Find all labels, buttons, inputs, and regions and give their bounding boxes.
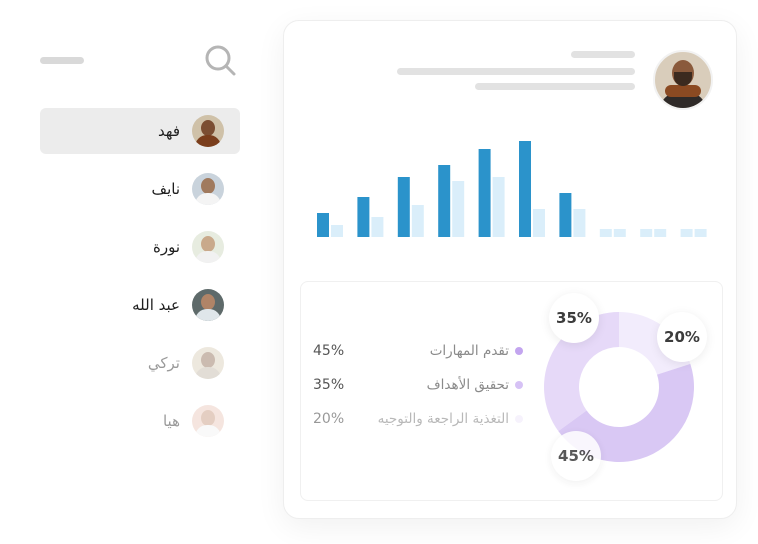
donut-badge-45: 45%: [551, 431, 601, 481]
bar-series1-8: [640, 229, 653, 237]
donut-badge-20: 20%: [657, 312, 707, 362]
dashboard-card: 45% تقدم المهارات 35% تحقيق الأهداف 20% …: [283, 20, 737, 519]
contact-item-noura[interactable]: نورة: [40, 224, 240, 270]
legend-dot: [515, 347, 523, 355]
legend-value: 35%: [313, 377, 345, 393]
chart-legend: 45% تقدم المهارات 35% تحقيق الأهداف 20% …: [313, 334, 523, 436]
contact-name: نورة: [152, 238, 180, 256]
legend-value: 45%: [313, 343, 345, 359]
contact-list: فهد نايف نورة عبد الله تركي هيا: [40, 108, 240, 456]
legend-row: 45% تقدم المهارات: [313, 334, 523, 368]
legend-label: تحقيق الأهداف: [427, 377, 523, 393]
bar-series1-0: [317, 213, 329, 237]
avatar: [192, 173, 224, 205]
bar-series2-6: [573, 209, 586, 237]
bar-chart: [317, 141, 707, 237]
contact-name: فهد: [158, 122, 180, 140]
bar-series1-5: [519, 141, 531, 237]
legend-text: تحقيق الأهداف: [426, 377, 509, 393]
bar-series2-2: [411, 205, 424, 237]
contact-item-abdullah[interactable]: عبد الله: [40, 282, 240, 328]
contact-item-fahad[interactable]: فهد: [40, 108, 240, 154]
bar-series2-8: [654, 229, 667, 237]
avatar: [192, 347, 224, 379]
legend-row: 35% تحقيق الأهداف: [313, 368, 523, 402]
contact-item-turki[interactable]: تركي: [40, 340, 240, 386]
contact-item-haya[interactable]: هيا: [40, 398, 240, 444]
donut-badge-35: 35%: [549, 293, 599, 343]
avatar: [192, 405, 224, 437]
bar-series1-7: [599, 229, 612, 237]
bar-series2-0: [331, 225, 343, 237]
header-placeholder-line: [475, 83, 635, 90]
legend-dot: [515, 415, 523, 423]
legend-text: التغذية الراجعة والتوجيه: [377, 411, 509, 427]
bar-series1-6: [559, 193, 572, 237]
contact-name: تركي: [147, 354, 180, 372]
contact-name: عبد الله: [132, 296, 180, 314]
bar-series2-5: [533, 209, 545, 237]
legend-text: تقدم المهارات: [429, 343, 509, 359]
avatar: [192, 231, 224, 263]
search-icon[interactable]: [203, 43, 237, 77]
header-placeholder-line: [571, 51, 635, 58]
avatar: [192, 115, 224, 147]
profile-avatar: [653, 50, 713, 110]
contact-name: نايف: [151, 180, 180, 198]
bar-series1-4: [478, 149, 491, 237]
legend-label: تقدم المهارات: [430, 343, 523, 359]
legend-row: 20% التغذية الراجعة والتوجيه: [313, 402, 523, 436]
bar-series2-3: [452, 181, 465, 237]
menu-bar[interactable]: [40, 57, 84, 64]
bar-series1-2: [397, 177, 410, 237]
bar-series2-1: [371, 217, 384, 237]
bar-series1-9: [680, 229, 693, 237]
avatar: [192, 289, 224, 321]
contact-item-nayef[interactable]: نايف: [40, 166, 240, 212]
header-placeholder-line: [397, 68, 635, 75]
bar-series1-3: [438, 165, 451, 237]
bar-series1-1: [357, 197, 370, 237]
legend-label: التغذية الراجعة والتوجيه: [378, 411, 523, 427]
contact-name: هيا: [162, 412, 180, 430]
bar-series2-9: [694, 229, 707, 237]
donut-panel: 45% تقدم المهارات 35% تحقيق الأهداف 20% …: [300, 281, 723, 501]
bar-series2-7: [613, 229, 626, 237]
legend-value: 20%: [313, 411, 345, 427]
bar-series2-4: [492, 177, 505, 237]
legend-dot: [515, 381, 523, 389]
